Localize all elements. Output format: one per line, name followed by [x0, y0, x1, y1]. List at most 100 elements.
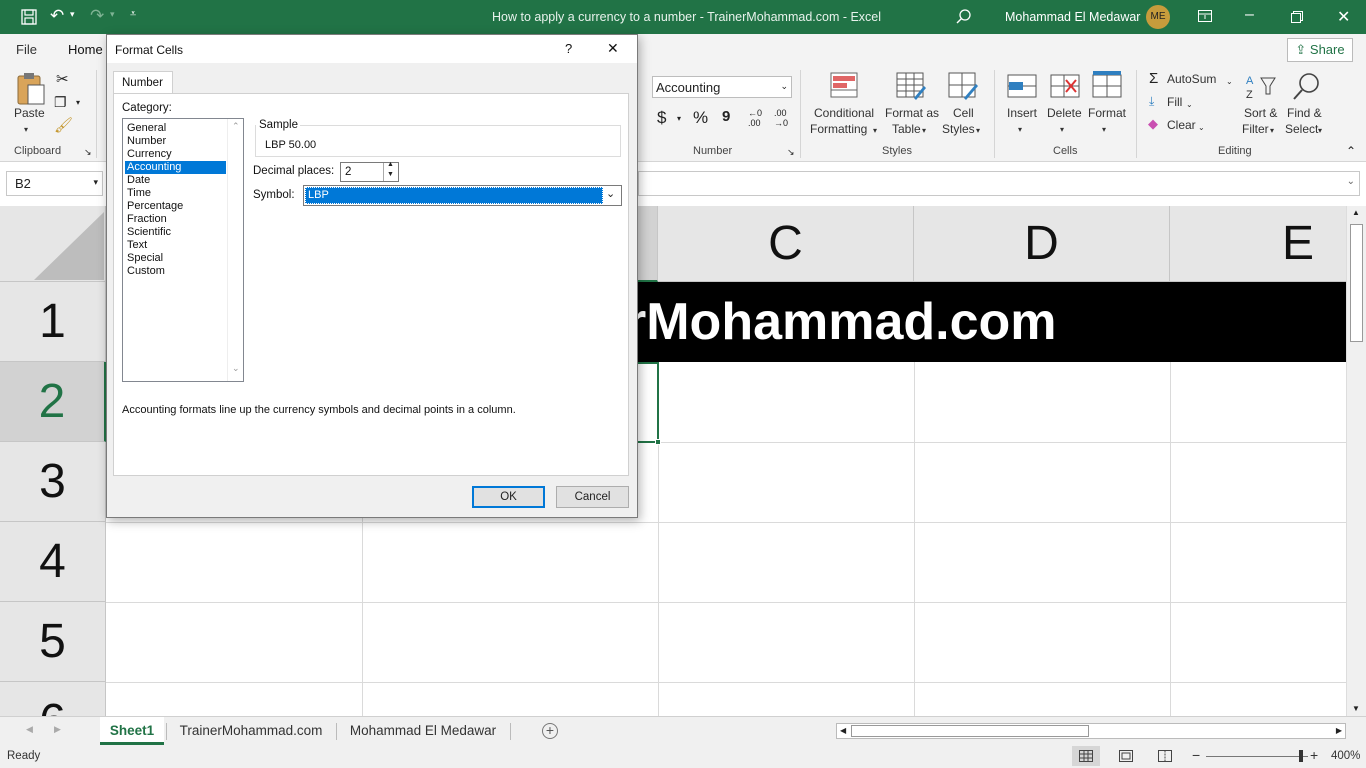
row-header-4[interactable]: 4	[0, 522, 106, 602]
delete-icon[interactable]	[1050, 72, 1080, 100]
sort-filter-icon[interactable]: AZ	[1245, 72, 1277, 102]
zoom-level[interactable]: 400%	[1331, 750, 1360, 762]
delete-button[interactable]: Delete	[1047, 106, 1082, 121]
add-sheet-icon[interactable]: +	[542, 723, 558, 739]
formula-input[interactable]: ⌄	[638, 171, 1360, 196]
collapse-ribbon-icon[interactable]: ⌃	[1346, 144, 1356, 158]
horizontal-scroll-thumb[interactable]	[851, 725, 1089, 737]
row-header-2[interactable]: 2	[0, 362, 106, 442]
sheet-tab-sheet1[interactable]: Sheet1	[100, 717, 164, 745]
ok-button[interactable]: OK	[472, 486, 545, 508]
share-button[interactable]: ⇪ Share	[1287, 38, 1353, 62]
category-list[interactable]: General Number Currency Accounting Date …	[122, 118, 244, 382]
fill-icon[interactable]: ⤓	[1149, 94, 1154, 109]
search-icon[interactable]	[956, 9, 972, 25]
scroll-down-icon[interactable]: ▼	[1352, 704, 1360, 713]
sheet-tab-trainermohammad[interactable]: TrainerMohammad.com	[172, 717, 330, 745]
delete-dropdown-icon[interactable]: ▾	[1060, 122, 1064, 137]
clear-dropdown-icon[interactable]: ⌄	[1198, 120, 1205, 135]
column-header-e[interactable]: E	[1170, 206, 1346, 282]
insert-icon[interactable]	[1007, 72, 1037, 100]
format-painter-icon[interactable]: 🖌	[54, 116, 73, 134]
sort-filter-label-2[interactable]: Filter	[1242, 122, 1269, 137]
percent-icon[interactable]: %	[693, 108, 708, 128]
ribbon-display-options-icon[interactable]	[1198, 10, 1212, 22]
category-custom[interactable]: Custom	[125, 265, 226, 278]
fill-button[interactable]: Fill	[1167, 95, 1182, 110]
close-window-icon[interactable]: ✕	[1337, 7, 1350, 27]
clipboard-launcher-icon[interactable]: ↘	[84, 147, 92, 158]
category-time[interactable]: Time	[125, 187, 226, 200]
customize-toolbar-icon[interactable]: ⩡	[130, 8, 136, 21]
row-header-1[interactable]: 1	[0, 282, 106, 362]
scroll-left-icon[interactable]: ◀	[840, 726, 846, 735]
category-scroll-up-icon[interactable]: ⌃	[232, 121, 240, 132]
minimize-icon[interactable]: –	[1245, 6, 1254, 24]
cancel-button[interactable]: Cancel	[556, 486, 629, 508]
category-general[interactable]: General	[125, 122, 226, 135]
conditional-formatting-label-1[interactable]: Conditional	[814, 106, 874, 121]
category-date[interactable]: Date	[125, 174, 226, 187]
format-as-table-dropdown-icon[interactable]: ▾	[922, 123, 926, 138]
fill-handle[interactable]	[655, 439, 661, 445]
clear-icon[interactable]: ◆	[1148, 116, 1158, 132]
zoom-slider[interactable]	[1206, 756, 1308, 757]
find-select-dropdown-icon[interactable]: ▾	[1318, 123, 1322, 138]
category-special[interactable]: Special	[125, 252, 226, 265]
cell-styles-icon[interactable]	[948, 72, 978, 102]
zoom-slider-thumb[interactable]	[1299, 750, 1303, 762]
spinner-down-icon[interactable]: ▼	[387, 171, 394, 178]
comma-style-icon[interactable]: 9	[722, 108, 730, 125]
category-accounting[interactable]: Accounting	[125, 161, 226, 174]
name-box-dropdown-icon[interactable]: ▾	[93, 177, 98, 188]
scroll-right-icon[interactable]: ▶	[1336, 726, 1342, 735]
cut-icon[interactable]: ✂	[56, 70, 69, 88]
category-scientific[interactable]: Scientific	[125, 226, 226, 239]
avatar[interactable]: ME	[1146, 5, 1170, 29]
zoom-in-icon[interactable]: +	[1310, 747, 1318, 763]
column-header-c[interactable]: C	[658, 206, 914, 282]
tab-number[interactable]: Number	[113, 71, 173, 94]
symbol-dropdown[interactable]: LBP ⌄	[303, 185, 622, 206]
format-as-table-icon[interactable]	[896, 72, 926, 102]
horizontal-scrollbar[interactable]: ◀ ▶	[836, 723, 1346, 739]
spinner-up-icon[interactable]: ▲	[387, 161, 394, 168]
expand-formula-bar-icon[interactable]: ⌄	[1347, 176, 1355, 187]
select-all-corner[interactable]	[0, 206, 106, 282]
format-dropdown-icon[interactable]: ▾	[1102, 122, 1106, 137]
category-fraction[interactable]: Fraction	[125, 213, 226, 226]
conditional-formatting-dropdown-icon[interactable]: ▾	[873, 123, 877, 138]
decimal-places-input[interactable]: 2 ▲ ▼	[340, 161, 399, 182]
category-scrollbar[interactable]: ⌃ ⌄	[227, 119, 243, 381]
conditional-formatting-label-2[interactable]: Formatting	[810, 122, 867, 137]
save-icon[interactable]	[21, 9, 37, 25]
undo-dropdown-icon[interactable]: ▾	[70, 9, 75, 20]
fill-dropdown-icon[interactable]: ⌄	[1186, 97, 1193, 112]
autosum-button[interactable]: AutoSum	[1167, 72, 1216, 87]
next-sheet-icon[interactable]: ▶	[54, 724, 61, 735]
autosum-dropdown-icon[interactable]: ⌄	[1226, 74, 1233, 89]
cell-styles-dropdown-icon[interactable]: ▾	[976, 123, 980, 138]
dialog-title-bar[interactable]: Format Cells ? ✕	[107, 35, 637, 63]
restore-icon[interactable]	[1291, 11, 1303, 23]
help-icon[interactable]: ?	[565, 41, 572, 56]
conditional-formatting-icon[interactable]	[830, 72, 860, 100]
undo-icon[interactable]: ↶	[50, 6, 64, 26]
number-format-dropdown[interactable]: Accounting ⌄	[652, 76, 792, 98]
find-select-label-1[interactable]: Find &	[1287, 106, 1322, 121]
name-box[interactable]: B2 ▾	[6, 171, 103, 196]
format-button[interactable]: Format	[1088, 106, 1126, 121]
category-number[interactable]: Number	[125, 135, 226, 148]
tab-file[interactable]: File	[16, 42, 37, 57]
paste-icon[interactable]	[16, 72, 46, 106]
category-scroll-down-icon[interactable]: ⌄	[232, 363, 240, 374]
insert-dropdown-icon[interactable]: ▾	[1018, 122, 1022, 137]
decimal-spinner[interactable]: ▲ ▼	[383, 161, 398, 181]
vertical-scrollbar[interactable]: ▲ ▼	[1346, 206, 1366, 718]
clear-button[interactable]: Clear	[1167, 118, 1196, 133]
column-header-d[interactable]: D	[914, 206, 1170, 282]
increase-decimal-icon[interactable]: ←0 .00	[748, 108, 768, 128]
scroll-up-icon[interactable]: ▲	[1352, 208, 1360, 217]
format-as-table-label-1[interactable]: Format as	[885, 106, 939, 121]
page-layout-icon[interactable]	[1119, 750, 1133, 762]
